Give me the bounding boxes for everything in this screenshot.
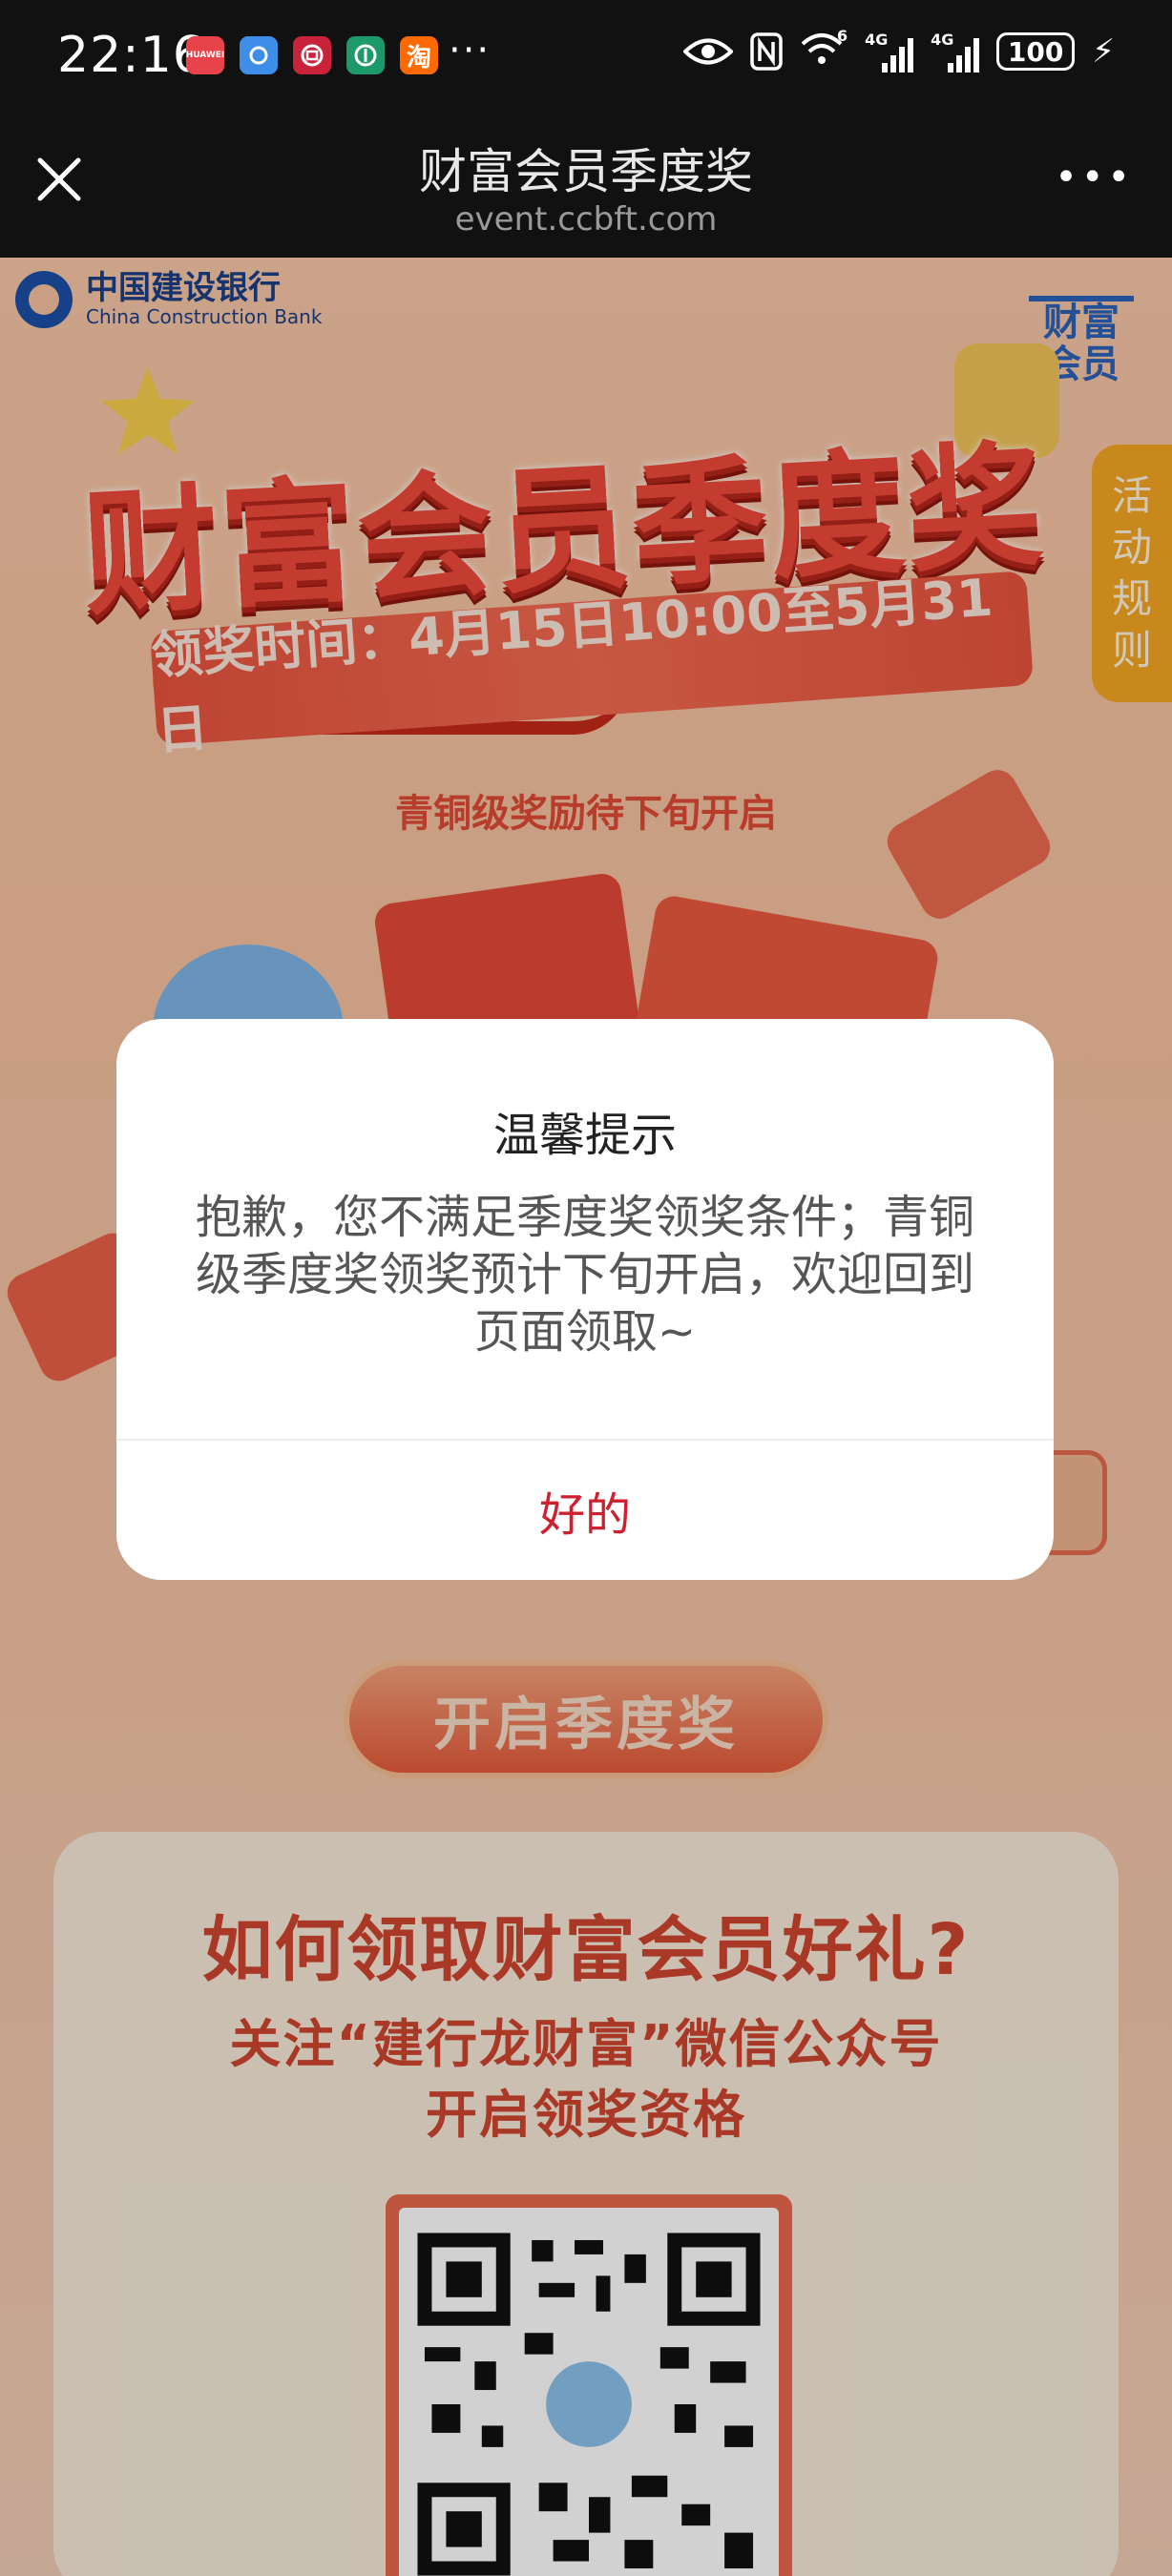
status-time: 22:16 [57, 27, 205, 84]
wifi-generation-label: 6 [836, 27, 848, 45]
wifi-icon: 6 [800, 27, 848, 71]
ok-button[interactable]: 好的 [116, 1441, 1054, 1580]
nav-bar: 财富会员季度奖 event.ccbft.com ••• [0, 114, 1172, 258]
page-title: 财富会员季度奖 [419, 144, 753, 199]
status-indicators: 6 4G 4G 100 ⚡ [683, 27, 1115, 73]
eye-icon [683, 38, 734, 65]
app-icon-blue [240, 36, 278, 74]
signal-1-icon: 4G [865, 31, 914, 73]
more-notifications-icon: ··· [449, 29, 492, 73]
huawei-app-icon: HUAWEI [186, 36, 224, 74]
signal-2-label: 4G [931, 31, 954, 49]
dialog-message: 抱歉，您不满足季度奖领奖条件；青铜级季度奖领奖预计下旬开启，欢迎回到页面领取~ [195, 1191, 974, 1359]
bank-of-china-app-icon [293, 36, 331, 74]
notice-dialog: 温馨提示 抱歉，您不满足季度奖领奖条件；青铜级季度奖领奖预计下旬开启，欢迎回到页… [116, 1019, 1054, 1580]
signal-1-label: 4G [865, 31, 889, 49]
charging-icon: ⚡ [1092, 32, 1115, 71]
agri-bank-app-icon [346, 36, 385, 74]
nfc-icon [750, 32, 783, 71]
status-bar: 22:16 HUAWEI 淘 ··· 6 4G 4G 100 ⚡ [0, 0, 1172, 114]
dialog-title: 温馨提示 [492, 1109, 677, 1162]
page-url: event.ccbft.com [454, 200, 718, 239]
signal-2-icon: 4G [931, 31, 980, 73]
notification-icons: HUAWEI 淘 [186, 36, 438, 74]
battery-icon: 100 [996, 32, 1076, 71]
battery-level: 100 [1007, 35, 1064, 68]
taobao-app-icon: 淘 [400, 36, 438, 74]
more-menu-icon[interactable]: ••• [1055, 158, 1134, 197]
